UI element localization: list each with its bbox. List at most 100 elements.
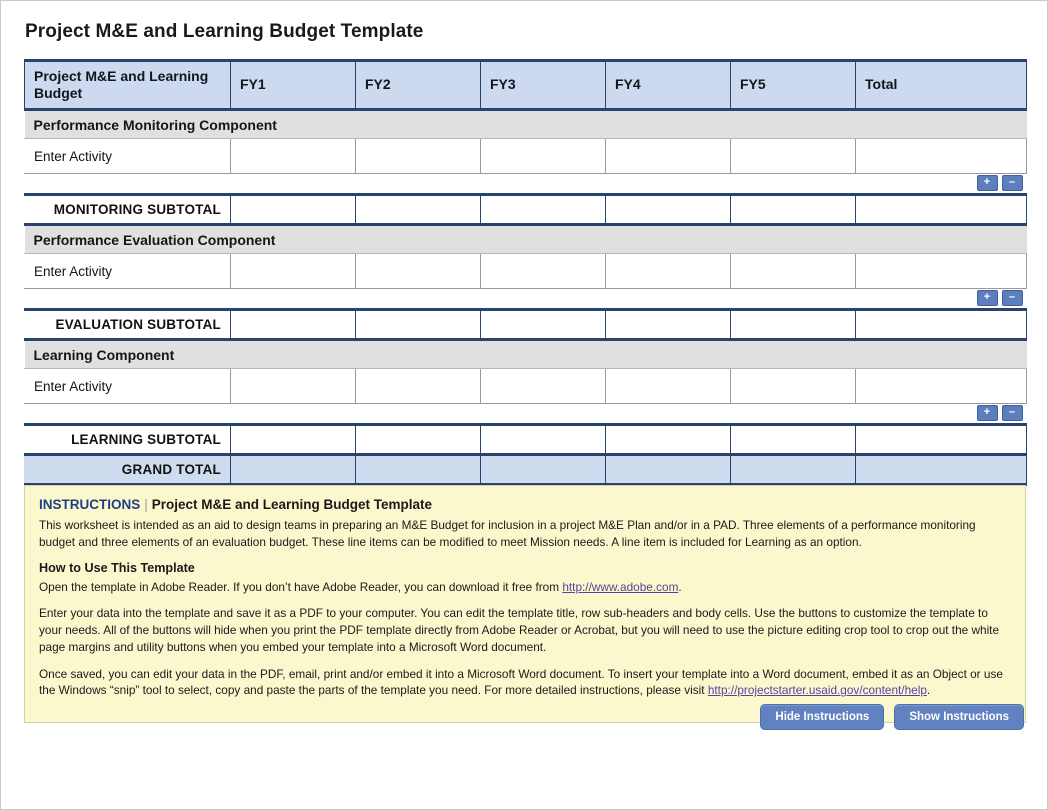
grand-total-cell-fy2 bbox=[355, 453, 481, 486]
hide-instructions-button[interactable]: Hide Instructions bbox=[760, 704, 885, 730]
cell-fy1[interactable] bbox=[230, 368, 356, 404]
cell-fy4[interactable] bbox=[605, 368, 731, 404]
row-tools-evaluation: + – bbox=[24, 288, 1027, 311]
remove-row-button[interactable]: – bbox=[1001, 405, 1023, 421]
budget-table: Project M&E and Learning Budget FY1 FY2 … bbox=[24, 59, 1027, 486]
subtotal-cell-fy1 bbox=[230, 193, 356, 226]
add-row-button[interactable]: + bbox=[976, 175, 998, 191]
instructions-paragraph-2: Enter your data into the template and sa… bbox=[39, 606, 1000, 654]
cell-fy3[interactable] bbox=[480, 368, 606, 404]
template-page: Project M&E and Learning Budget Template… bbox=[0, 0, 1048, 810]
activity-label-evaluation[interactable]: Enter Activity bbox=[24, 253, 231, 289]
row-tools-cell: + – bbox=[24, 403, 1027, 426]
subtotal-cell-fy2 bbox=[355, 308, 481, 341]
para3-text-after: . bbox=[926, 683, 931, 698]
cell-fy2[interactable] bbox=[355, 253, 481, 289]
column-header-label: Project M&E and Learning Budget bbox=[24, 59, 231, 111]
cell-total[interactable] bbox=[855, 253, 1027, 289]
table-header-row: Project M&E and Learning Budget FY1 FY2 … bbox=[24, 59, 1027, 111]
instructions-heading: INSTRUCTIONS | Project M&E and Learning Bu… bbox=[39, 497, 1011, 512]
footer-buttons: Hide Instructions Show Instructions bbox=[760, 704, 1024, 730]
activity-label-monitoring[interactable]: Enter Activity bbox=[24, 138, 231, 174]
instructions-panel: INSTRUCTIONS | Project M&E and Learning Bu… bbox=[24, 485, 1026, 723]
row-tools-cell: + – bbox=[24, 173, 1027, 196]
page-title: Project M&E and Learning Budget Template bbox=[25, 21, 424, 42]
subtotal-cell-fy1 bbox=[230, 308, 356, 341]
grand-total-cell-total bbox=[855, 453, 1027, 486]
para1-text-after: . bbox=[678, 579, 682, 594]
cell-fy3[interactable] bbox=[480, 253, 606, 289]
subtotal-cell-fy4 bbox=[605, 423, 731, 456]
cell-fy5[interactable] bbox=[730, 138, 856, 174]
cell-fy2[interactable] bbox=[355, 138, 481, 174]
activity-label-learning[interactable]: Enter Activity bbox=[24, 368, 231, 404]
column-header-total: Total bbox=[855, 59, 1027, 111]
how-to-heading: How to Use This Template bbox=[39, 560, 195, 575]
section-header-row: Performance Evaluation Component bbox=[24, 224, 1027, 254]
subtotal-label-evaluation: EVALUATION SUBTOTAL bbox=[24, 308, 231, 341]
subtotal-row-learning: LEARNING SUBTOTAL bbox=[24, 423, 1027, 456]
subtotal-cell-fy5 bbox=[730, 423, 856, 456]
instructions-divider: | bbox=[144, 497, 148, 512]
cell-fy4[interactable] bbox=[605, 253, 731, 289]
grand-total-label: GRAND TOTAL bbox=[24, 453, 231, 486]
row-tools-learning: + – bbox=[24, 403, 1027, 426]
cell-fy1[interactable] bbox=[230, 138, 356, 174]
subtotal-cell-fy2 bbox=[355, 193, 481, 226]
show-instructions-button[interactable]: Show Instructions bbox=[894, 704, 1024, 730]
column-header-fy4: FY4 bbox=[605, 59, 731, 111]
section-label-learning: Learning Component bbox=[24, 339, 1027, 369]
table-row[interactable]: Enter Activity bbox=[24, 253, 1027, 289]
remove-row-button[interactable]: – bbox=[1001, 290, 1023, 306]
subtotal-label-learning: LEARNING SUBTOTAL bbox=[24, 423, 231, 456]
subtotal-cell-fy2 bbox=[355, 423, 481, 456]
usaid-help-link[interactable]: http://projectstarter.usaid.gov/content/… bbox=[708, 683, 927, 697]
subtotal-cell-fy5 bbox=[730, 193, 856, 226]
cell-fy2[interactable] bbox=[355, 368, 481, 404]
grand-total-cell-fy5 bbox=[730, 453, 856, 486]
section-label-evaluation: Performance Evaluation Component bbox=[24, 224, 1027, 254]
subtotal-cell-fy3 bbox=[480, 193, 606, 226]
column-header-fy1: FY1 bbox=[230, 59, 356, 111]
section-header-row: Performance Monitoring Component bbox=[24, 109, 1027, 139]
row-tools-monitoring: + – bbox=[24, 173, 1027, 196]
subtotal-row-monitoring: MONITORING SUBTOTAL bbox=[24, 193, 1027, 226]
table-row[interactable]: Enter Activity bbox=[24, 138, 1027, 174]
row-tool-buttons: + – bbox=[976, 405, 1023, 421]
subtotal-row-evaluation: EVALUATION SUBTOTAL bbox=[24, 308, 1027, 341]
subtotal-cell-fy1 bbox=[230, 423, 356, 456]
table-row[interactable]: Enter Activity bbox=[24, 368, 1027, 404]
row-tool-buttons: + – bbox=[976, 290, 1023, 306]
subtotal-cell-fy4 bbox=[605, 308, 731, 341]
remove-row-button[interactable]: – bbox=[1001, 175, 1023, 191]
cell-fy5[interactable] bbox=[730, 253, 856, 289]
subtotal-cell-total bbox=[855, 193, 1027, 226]
instructions-paragraph-1: Open the template in Adobe Reader. If yo… bbox=[39, 579, 1011, 596]
grand-total-cell-fy4 bbox=[605, 453, 731, 486]
column-header-fy3: FY3 bbox=[480, 59, 606, 111]
subtotal-cell-total bbox=[855, 308, 1027, 341]
para1-text-before: Open the template in Adobe Reader. If yo… bbox=[39, 579, 563, 594]
cell-fy3[interactable] bbox=[480, 138, 606, 174]
adobe-link[interactable]: http://www.adobe.com bbox=[562, 580, 678, 594]
cell-total[interactable] bbox=[855, 138, 1027, 174]
subtotal-cell-fy5 bbox=[730, 308, 856, 341]
add-row-button[interactable]: + bbox=[976, 290, 998, 306]
grand-total-cell-fy1 bbox=[230, 453, 356, 486]
section-label-monitoring: Performance Monitoring Component bbox=[24, 109, 1027, 139]
grand-total-row: GRAND TOTAL bbox=[24, 453, 1027, 486]
column-header-fy5: FY5 bbox=[730, 59, 856, 111]
instructions-paragraph-3: Once saved, you can edit your data in th… bbox=[39, 666, 1011, 700]
cell-total[interactable] bbox=[855, 368, 1027, 404]
row-tool-buttons: + – bbox=[976, 175, 1023, 191]
subtotal-cell-total bbox=[855, 423, 1027, 456]
instructions-keyword: INSTRUCTIONS bbox=[39, 497, 141, 512]
cell-fy4[interactable] bbox=[605, 138, 731, 174]
row-tools-cell: + – bbox=[24, 288, 1027, 311]
instructions-title: Project M&E and Learning Budget Template bbox=[151, 497, 433, 512]
cell-fy1[interactable] bbox=[230, 253, 356, 289]
subtotal-cell-fy3 bbox=[480, 308, 606, 341]
add-row-button[interactable]: + bbox=[976, 405, 998, 421]
cell-fy5[interactable] bbox=[730, 368, 856, 404]
subtotal-label-monitoring: MONITORING SUBTOTAL bbox=[24, 193, 231, 226]
